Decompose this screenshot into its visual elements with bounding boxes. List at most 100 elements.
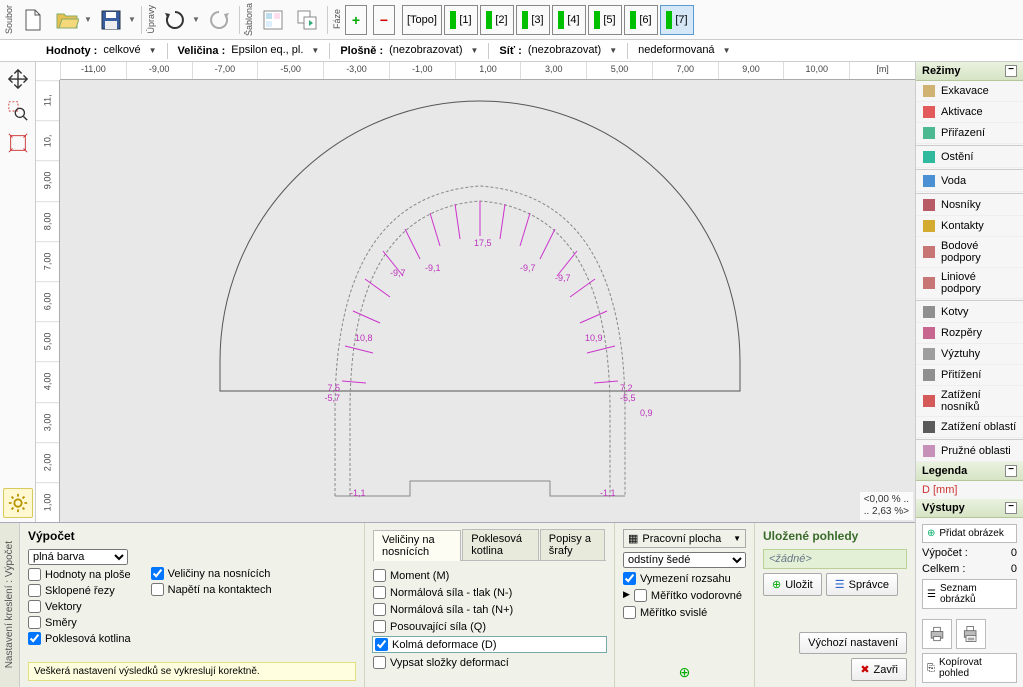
- bottom-title: Výpočet: [28, 529, 356, 543]
- open-file-button[interactable]: [51, 4, 83, 36]
- sit-select[interactable]: (nezobrazovat)▼: [528, 44, 617, 57]
- modes-list: ExkavaceAktivacePřiřazení Ostění Voda Nosní…: [916, 81, 1023, 462]
- image-list-button[interactable]: ☰Seznam obrázků: [922, 579, 1017, 609]
- chk-vypsat[interactable]: Vypsat složky deformací: [373, 656, 606, 669]
- save-view-button[interactable]: ⊕Uložit: [763, 573, 822, 596]
- modes-header: Režimy −: [916, 62, 1023, 81]
- chk-meritko-s[interactable]: Měřítko svislé: [623, 606, 746, 619]
- bottom-panel: Nastavení kreslení : Výpočet Výpočet pln…: [0, 522, 915, 687]
- mode-props[interactable]: Rozpěry: [916, 323, 1023, 344]
- chk-norm-tlak[interactable]: Normálová síla - tlak (N-): [373, 586, 606, 599]
- pan-tool[interactable]: [3, 64, 33, 94]
- chk-vektory[interactable]: Vektory: [28, 600, 131, 613]
- mode-spring-regions[interactable]: Pružné oblasti: [916, 441, 1023, 462]
- phase-button-0[interactable]: [Topo]: [402, 5, 442, 35]
- hodnoty-select[interactable]: celkové▼: [103, 44, 156, 57]
- mode-activation[interactable]: Aktivace: [916, 102, 1023, 123]
- mode-line-supports[interactable]: Liniové podpory: [916, 268, 1023, 299]
- val: -9,7: [520, 263, 536, 273]
- val: 7,2: [620, 383, 633, 393]
- print-button[interactable]: [922, 619, 952, 649]
- chk-smery[interactable]: Směry: [28, 616, 131, 629]
- chk-poklesova[interactable]: Poklesová kotlina: [28, 632, 131, 645]
- val: 0,9: [640, 408, 653, 418]
- chk-sklopene[interactable]: Sklopené řezy: [28, 584, 131, 597]
- phase-button-4[interactable]: [4]: [552, 5, 586, 35]
- copy-template-button[interactable]: [291, 4, 323, 36]
- add-phase-button[interactable]: +: [345, 5, 367, 35]
- minimize-modes[interactable]: −: [1005, 65, 1017, 77]
- phase-button-5[interactable]: [5]: [588, 5, 622, 35]
- mode-lining[interactable]: Ostění: [916, 147, 1023, 168]
- val: 10,8: [355, 333, 373, 343]
- mode-water[interactable]: Voda: [916, 171, 1023, 192]
- new-file-button[interactable]: [17, 4, 49, 36]
- zoom-tool[interactable]: [3, 96, 33, 126]
- mode-reinforcements[interactable]: Výztuhy: [916, 344, 1023, 365]
- tab-popisy[interactable]: Popisy a šrafy: [540, 529, 605, 560]
- chk-norm-tah[interactable]: Normálová síla - tah (N+): [373, 603, 606, 616]
- mode-surcharge[interactable]: Přitížení: [916, 365, 1023, 386]
- phase-button-7[interactable]: [7]: [660, 5, 694, 35]
- default-settings-button[interactable]: Výchozí nastavení: [799, 632, 907, 654]
- phase-label: Fáze: [332, 9, 342, 29]
- val: 17,5: [474, 238, 492, 248]
- drawing-canvas[interactable]: -11,00-9,00-7,00-5,00-3,00-1,001,003,005…: [36, 62, 915, 522]
- chk-moment[interactable]: Moment (M): [373, 569, 606, 582]
- save-button[interactable]: [95, 4, 127, 36]
- mode-beam-loads[interactable]: Zatížení nosníků: [916, 386, 1023, 417]
- bottom-note: Veškerá nastavení výsledků se vykreslují…: [28, 662, 356, 681]
- mode-assignment[interactable]: Přiřazení: [916, 123, 1023, 144]
- legend-header: Legenda −: [916, 462, 1023, 481]
- plosne-select[interactable]: (nezobrazovat)▼: [389, 44, 478, 57]
- tab-veliciny[interactable]: Veličiny na nosnících: [373, 530, 461, 561]
- print-all-button[interactable]: [956, 619, 986, 649]
- val: -9,1: [425, 263, 441, 273]
- shade-select[interactable]: odstíny šedé: [623, 552, 746, 568]
- settings-button[interactable]: [3, 488, 33, 518]
- deform-select[interactable]: nedeformovaná▼: [638, 44, 730, 57]
- minimize-legend[interactable]: −: [1005, 465, 1017, 477]
- extents-tool[interactable]: [3, 128, 33, 158]
- template-button[interactable]: [257, 4, 289, 36]
- workspace-select[interactable]: ▦ Pracovní plocha ▼: [623, 529, 746, 548]
- chk-vymezeni[interactable]: Vymezení rozsahu: [623, 572, 746, 585]
- add-workspace[interactable]: ⊕: [623, 664, 746, 681]
- mode-region-loads[interactable]: Zatížení oblastí: [916, 417, 1023, 438]
- tab-poklesova[interactable]: Poklesová kotlina: [462, 529, 539, 560]
- phase-button-2[interactable]: [2]: [480, 5, 514, 35]
- chk-kolma[interactable]: Kolmá deformace (D): [373, 637, 606, 652]
- chk-hodnoty-plose[interactable]: Hodnoty na ploše: [28, 568, 131, 581]
- chk-meritko-v[interactable]: Měřítko vodorovné: [634, 589, 742, 602]
- save-dropdown[interactable]: ▼: [127, 15, 137, 24]
- mode-beams[interactable]: Nosníky: [916, 195, 1023, 216]
- velicina-select[interactable]: Epsilon eq., pl.▼: [231, 44, 319, 57]
- remove-phase-button[interactable]: −: [373, 5, 395, 35]
- phase-button-6[interactable]: [6]: [624, 5, 658, 35]
- close-button[interactable]: ✖Zavři: [851, 658, 907, 681]
- ruler-horizontal: -11,00-9,00-7,00-5,00-3,00-1,001,003,005…: [60, 62, 915, 80]
- undo-button[interactable]: [159, 4, 191, 36]
- mode-contacts[interactable]: Kontakty: [916, 216, 1023, 237]
- phase-button-1[interactable]: [1]: [444, 5, 478, 35]
- copy-view-button[interactable]: ⎘Kopírovat pohled: [922, 653, 1017, 683]
- chk-napeti-kontaktech[interactable]: Napětí na kontaktech: [151, 583, 272, 596]
- redo-button[interactable]: [203, 4, 235, 36]
- mode-point-supports[interactable]: Bodové podpory: [916, 237, 1023, 268]
- val: -5,7: [324, 393, 340, 403]
- saved-views-none: <žádné>: [763, 549, 907, 569]
- chk-posouvajici[interactable]: Posouvající síla (Q): [373, 620, 606, 633]
- undo-dropdown[interactable]: ▼: [191, 15, 201, 24]
- mode-anchors[interactable]: Kotvy: [916, 302, 1023, 323]
- color-select[interactable]: plná barva: [28, 549, 128, 565]
- open-dropdown[interactable]: ▼: [83, 15, 93, 24]
- minimize-outputs[interactable]: −: [1005, 502, 1017, 514]
- main-toolbar: Soubor ▼ ▼ Úpravy ▼ Šablona Fáze + − [To…: [0, 0, 1023, 40]
- val: -1,1: [350, 488, 366, 498]
- mode-excavation[interactable]: Exkavace: [916, 81, 1023, 102]
- chk-veliciny-nosnicich[interactable]: Veličiny na nosnících: [151, 567, 272, 580]
- add-image-button[interactable]: ⊕Přidat obrázek: [922, 524, 1017, 543]
- drawing-area[interactable]: 17,5 -9,7 10,8 7,5 -5,7 -1,1 -9,1 -9,7 -…: [60, 80, 915, 522]
- phase-button-3[interactable]: [3]: [516, 5, 550, 35]
- manage-views-button[interactable]: ☰Správce: [826, 573, 898, 596]
